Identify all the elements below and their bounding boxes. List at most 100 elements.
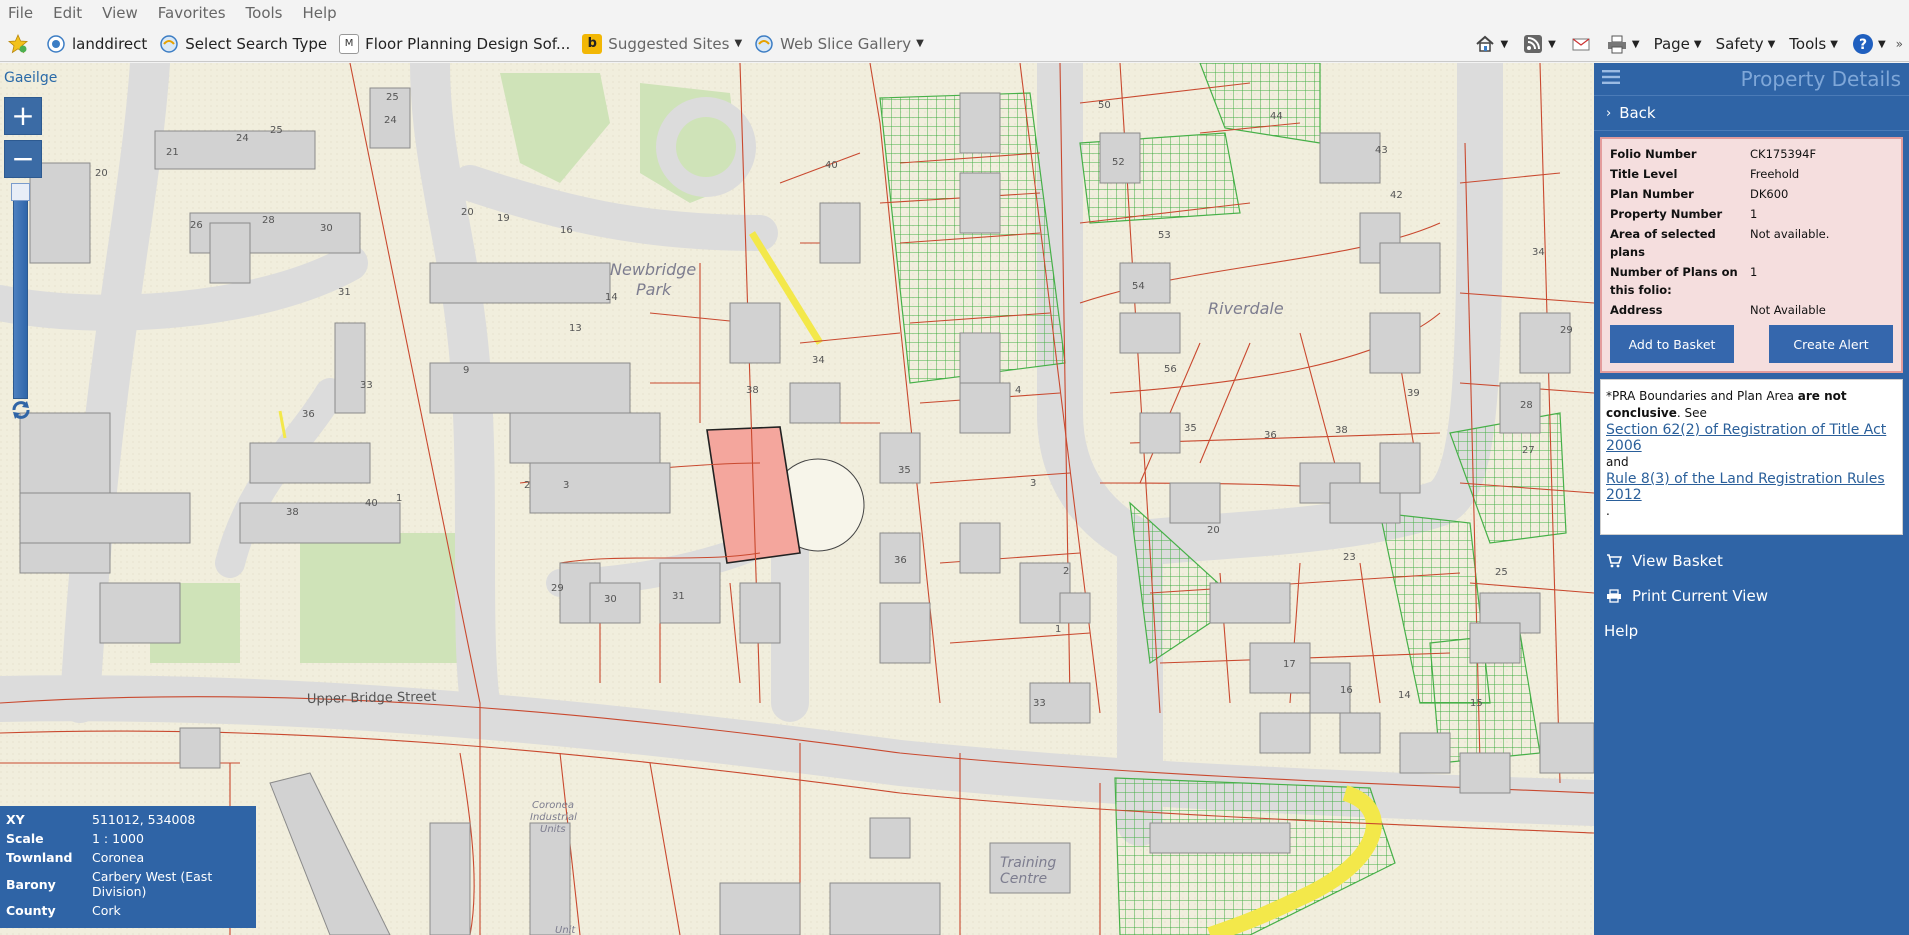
svg-text:52: 52 (1112, 157, 1125, 168)
chevron-down-icon: ▼ (1830, 38, 1838, 50)
disclaimer-note: *PRA Boundaries and Plan Area are not co… (1600, 379, 1903, 535)
svg-text:24: 24 (384, 115, 397, 126)
map-label-units: Units (540, 824, 566, 835)
detail-row-area: Area of selected plans Not available. (1610, 227, 1830, 259)
hamburger-menu-icon[interactable] (1602, 70, 1620, 88)
help-icon: ? (1852, 33, 1874, 55)
chevron-down-icon: ▼ (1693, 38, 1702, 50)
page-menu-button[interactable]: Page ▼ (1654, 35, 1702, 53)
svg-text:53: 53 (1158, 230, 1171, 241)
svg-text:31: 31 (338, 287, 351, 298)
svg-text:?: ? (1859, 37, 1867, 53)
home-icon (1474, 33, 1496, 55)
add-to-basket-button[interactable]: Add to Basket (1610, 325, 1734, 363)
svg-text:20: 20 (461, 207, 474, 218)
svg-text:34: 34 (812, 355, 825, 366)
zoom-slider-thumb[interactable] (11, 183, 30, 201)
menu-edit[interactable]: Edit (53, 4, 82, 22)
svg-text:13: 13 (569, 323, 582, 334)
chevron-down-icon: ▼ (916, 38, 924, 49)
svg-text:40: 40 (825, 160, 838, 171)
tools-menu-button[interactable]: Tools ▼ (1789, 35, 1838, 53)
map-canvas[interactable]: 25 24 21 24 25 20 26 28 30 20 19 16 14 1… (0, 63, 1594, 935)
svg-text:26: 26 (190, 220, 203, 231)
feeds-button[interactable]: ▼ (1522, 33, 1556, 55)
fav-web-slice-gallery[interactable]: Web Slice Gallery ▼ (754, 34, 924, 54)
bing-icon: b (582, 33, 603, 54)
svg-text:38: 38 (286, 507, 299, 518)
favorites-star-button[interactable] (8, 33, 34, 54)
detail-row-title-level: Title Level Freehold (1610, 167, 1800, 181)
menu-view[interactable]: View (102, 4, 138, 22)
svg-text:16: 16 (560, 225, 573, 236)
fav-select-search-type[interactable]: Select Search Type (159, 34, 327, 54)
help-link[interactable]: Help (1594, 613, 1909, 648)
menu-bar: File Edit View Favorites Tools Help (0, 0, 1909, 26)
menu-help[interactable]: Help (303, 4, 337, 22)
zoom-in-button[interactable]: + (4, 97, 42, 135)
back-label: Back (1619, 104, 1656, 122)
back-button[interactable]: › Back (1594, 95, 1909, 131)
svg-text:40: 40 (365, 498, 378, 509)
view-basket-link[interactable]: View Basket (1594, 543, 1909, 578)
svg-text:38: 38 (746, 385, 759, 396)
svg-text:28: 28 (262, 215, 275, 226)
fav-landdirect[interactable]: landdirect (46, 34, 147, 54)
site-favicon: M (339, 33, 360, 54)
refresh-icon[interactable] (9, 398, 33, 422)
svg-text:1: 1 (1055, 624, 1061, 635)
ie-page-icon (46, 34, 66, 54)
ie-page-icon (159, 34, 179, 54)
map-label-park: Park (636, 280, 672, 299)
svg-text:4: 4 (1015, 385, 1021, 396)
favorites-star-icon (8, 33, 28, 54)
zoom-slider-track[interactable] (13, 183, 28, 399)
svg-text:39: 39 (1407, 388, 1420, 399)
fav-label: Web Slice Gallery (780, 34, 912, 53)
svg-text:25: 25 (1495, 567, 1508, 578)
svg-text:20: 20 (95, 168, 108, 179)
read-mail-button[interactable] (1570, 33, 1592, 55)
home-button[interactable]: ▼ (1474, 33, 1508, 55)
svg-text:1: 1 (396, 493, 402, 504)
panel-title: Property Details (1740, 67, 1901, 91)
language-link[interactable]: Gaeilge (4, 70, 57, 86)
section-62-link[interactable]: Section 62(2) of Registration of Title A… (1606, 422, 1897, 454)
svg-text:2: 2 (524, 480, 530, 491)
print-current-view-link[interactable]: Print Current View (1594, 578, 1909, 613)
svg-text:29: 29 (1560, 325, 1573, 336)
menu-favorites[interactable]: Favorites (158, 4, 226, 22)
svg-text:33: 33 (1033, 698, 1046, 709)
svg-text:54: 54 (1132, 281, 1145, 292)
fav-floor-planning[interactable]: M Floor Planning Design Sof... (339, 33, 570, 54)
chevron-right-icon: › (1606, 105, 1612, 121)
map-label-unit: Unit (555, 925, 576, 935)
help-menu-button[interactable]: ? ▼ (1852, 33, 1886, 55)
and-text: and (1606, 455, 1629, 469)
print-current-view-label: Print Current View (1632, 586, 1768, 605)
overflow-chevron-button[interactable]: » (1896, 37, 1903, 51)
cart-icon (1604, 553, 1624, 568)
safety-menu-button[interactable]: Safety ▼ (1716, 35, 1776, 53)
svg-text:35: 35 (1184, 423, 1197, 434)
menu-file[interactable]: File (8, 4, 33, 22)
detail-row-property-number: Property Number 1 (1610, 207, 1758, 221)
info-row-scale: Scale 1 : 1000 (6, 831, 144, 846)
svg-text:23: 23 (1343, 552, 1356, 563)
disclaimer-text: *PRA Boundaries and Plan Area are not co… (1606, 389, 1847, 420)
map-label-coronea: Coronea (532, 800, 574, 811)
svg-text:50: 50 (1098, 100, 1111, 111)
detail-row-address: Address Not Available (1610, 303, 1826, 317)
chevron-down-icon: ▼ (1548, 38, 1556, 50)
create-alert-button[interactable]: Create Alert (1769, 325, 1893, 363)
menu-tools[interactable]: Tools (246, 4, 283, 22)
fav-suggested-sites[interactable]: b Suggested Sites ▼ (582, 33, 742, 54)
map-label-industrial: Industrial (530, 812, 577, 823)
zoom-out-button[interactable]: − (4, 140, 42, 178)
svg-text:17: 17 (1283, 659, 1296, 670)
print-button[interactable]: ▼ (1606, 33, 1640, 55)
chevron-down-icon: ▼ (1767, 38, 1776, 50)
tools-menu-label: Tools (1789, 35, 1827, 53)
rule-8-link[interactable]: Rule 8(3) of the Land Registration Rules… (1606, 471, 1897, 503)
ie-page-icon (754, 34, 774, 54)
